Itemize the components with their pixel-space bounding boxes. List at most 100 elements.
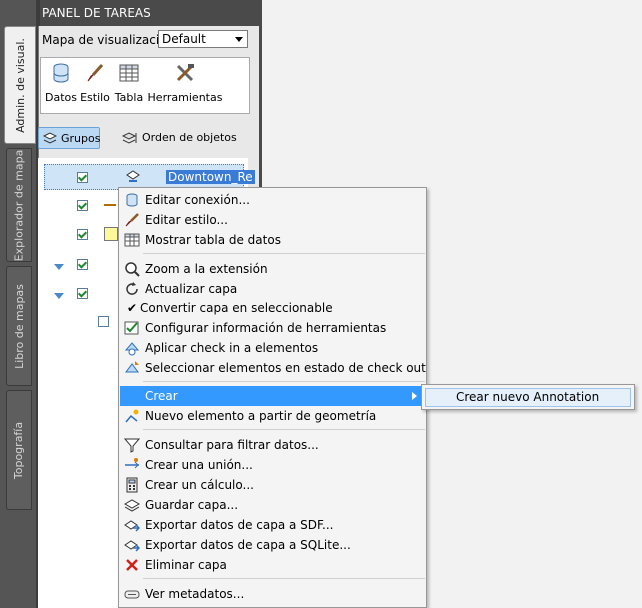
- tool-tabla[interactable]: Tabla: [113, 62, 145, 104]
- tab-label: Admin. de visual.: [13, 37, 27, 133]
- tool-datos[interactable]: Datos: [45, 62, 77, 104]
- checkmark-icon: ✔: [126, 301, 138, 315]
- object-order-label: Orden de objetos: [142, 131, 237, 144]
- expand-icon[interactable]: [54, 264, 64, 270]
- groups-label: Grupos: [61, 132, 101, 145]
- menu-item-actualizar-capa[interactable]: Actualizar capa: [120, 279, 425, 299]
- tab-label: Topografía: [12, 421, 26, 479]
- menu-item-crear[interactable]: Crear: [120, 386, 425, 406]
- join-icon: [125, 458, 139, 469]
- order-icon: [122, 132, 137, 144]
- menu-item-label: Mostrar tabla de datos: [145, 233, 281, 247]
- menu-item-eliminar-capa[interactable]: Eliminar capa: [120, 555, 425, 575]
- menu-item-mostrar-tabla[interactable]: Mostrar tabla de datos: [120, 230, 425, 250]
- export-sqlite-icon: [124, 540, 140, 552]
- menu-item-label: Consultar para filtrar datos...: [145, 438, 319, 452]
- polygon-style-swatch: [104, 227, 118, 241]
- menu-item-zoom-extension[interactable]: Zoom a la extensión: [120, 259, 425, 279]
- group-visibility-checkbox[interactable]: [77, 259, 88, 270]
- table-icon: [119, 64, 139, 82]
- menu-item-nuevo-elemento[interactable]: Nuevo elemento a partir de geometría: [120, 406, 425, 426]
- menu-item-configurar-herramientas[interactable]: Configurar información de herramientas: [120, 318, 425, 338]
- menu-item-ver-metadatos[interactable]: Ver metadatos...: [120, 584, 425, 604]
- selected-layer-name[interactable]: Downtown_Re: [166, 170, 255, 184]
- menu-item-check-out[interactable]: Seleccionar elementos en estado de check…: [120, 358, 426, 378]
- layer-visibility-checkbox[interactable]: [98, 316, 109, 327]
- object-order-button[interactable]: Orden de objetos: [120, 127, 237, 149]
- layer-visibility-checkbox[interactable]: [77, 229, 88, 240]
- menu-item-label: Nuevo elemento a partir de geometría: [145, 409, 377, 423]
- menu-item-label: Eliminar capa: [145, 558, 227, 572]
- chevron-right-icon: [412, 392, 417, 400]
- menu-item-crear-calculo[interactable]: Crear un cálculo...: [120, 475, 425, 495]
- new-feature-icon: [125, 409, 139, 423]
- refresh-icon: [126, 282, 138, 295]
- chevron-down-icon: [235, 37, 243, 42]
- tooltip-config-icon: [124, 321, 139, 335]
- menu-item-exportar-sdf[interactable]: Exportar datos de capa a SDF...: [120, 515, 425, 535]
- menu-item-label: Guardar capa...: [145, 498, 239, 512]
- database-icon: [53, 63, 69, 83]
- brush-icon: [125, 213, 139, 227]
- tab-libro-mapas[interactable]: Libro de mapas: [6, 266, 32, 386]
- menu-item-editar-estilo[interactable]: Editar estilo...: [120, 210, 425, 230]
- tools-icon: [176, 64, 194, 82]
- menu-item-crear-union[interactable]: Crear una unión...: [120, 455, 425, 475]
- toolbar: Datos Estilo Tabla Herramientas: [40, 57, 250, 114]
- tool-label: Datos: [45, 91, 77, 104]
- submenu-item-crear-annotation[interactable]: Crear nuevo Annotation: [425, 388, 631, 407]
- layer-visibility-checkbox[interactable]: [77, 172, 88, 183]
- check-out-select-icon: [125, 361, 139, 373]
- menu-item-label: Aplicar check in a elementos: [145, 341, 319, 355]
- check-in-icon: [124, 342, 140, 356]
- menu-item-exportar-sqlite[interactable]: Exportar datos de capa a SQLite...: [120, 535, 425, 555]
- menu-item-label: Actualizar capa: [145, 282, 238, 296]
- tab-topografia[interactable]: Topografía: [6, 390, 32, 510]
- menu-item-check-in[interactable]: Aplicar check in a elementos: [120, 338, 425, 358]
- tool-estilo[interactable]: Estilo: [79, 62, 111, 104]
- line-style-swatch: [104, 204, 116, 206]
- menu-item-label: Seleccionar elementos en estado de check…: [145, 361, 426, 375]
- menu-item-label: Exportar datos de capa a SQLite...: [145, 538, 351, 552]
- menu-item-label: Crear una unión...: [145, 458, 253, 472]
- zoom-icon: [125, 262, 140, 277]
- tool-herramientas[interactable]: Herramientas: [147, 62, 223, 104]
- map-select[interactable]: Default: [158, 30, 248, 48]
- menu-item-label: Crear un cálculo...: [145, 478, 254, 492]
- menu-separator: [143, 578, 425, 579]
- menu-item-guardar-capa[interactable]: Guardar capa...: [120, 495, 425, 515]
- menu-item-label: Ver metadatos...: [145, 587, 245, 601]
- menu-item-capa-seleccionable[interactable]: ✔ Convertir capa en seleccionable: [120, 298, 425, 318]
- group-order-bar: Grupos Orden de objetos: [38, 124, 258, 154]
- menu-separator: [143, 253, 425, 254]
- layer-visibility-checkbox[interactable]: [77, 200, 88, 211]
- tab-label: Libro de mapas: [12, 283, 26, 369]
- metadata-icon: [124, 590, 140, 599]
- context-menu: Editar conexión... Editar estilo... Most…: [118, 187, 427, 608]
- group-visibility-checkbox[interactable]: [77, 288, 88, 299]
- brush-icon: [87, 63, 104, 82]
- tab-admin-visual[interactable]: Admin. de visual.: [4, 26, 36, 144]
- tool-label: Estilo: [80, 91, 110, 104]
- panel-title: PANEL DE TAREAS: [40, 0, 262, 26]
- layers-icon: [43, 132, 57, 144]
- menu-item-label: Exportar datos de capa a SDF...: [145, 518, 334, 532]
- create-submenu: Crear nuevo Annotation: [421, 384, 635, 410]
- menu-item-label: Crear: [145, 389, 178, 403]
- export-sdf-icon: [124, 520, 140, 532]
- menu-item-editar-conexion[interactable]: Editar conexión...: [120, 190, 425, 210]
- menu-separator: [143, 381, 425, 382]
- tool-label: Herramientas: [147, 91, 223, 104]
- tab-explorador-mapa[interactable]: Explorador de mapa: [6, 148, 32, 262]
- menu-item-label: Convertir capa en seleccionable: [140, 301, 333, 315]
- map-select-value: Default: [162, 32, 206, 46]
- menu-item-consultar-filtrar[interactable]: Consultar para filtrar datos...: [120, 435, 425, 455]
- annotation-layer-icon: [126, 170, 140, 182]
- expand-icon[interactable]: [54, 293, 64, 299]
- save-layer-icon: [124, 499, 140, 512]
- tool-label: Tabla: [114, 91, 144, 104]
- tab-label: Explorador de mapa: [12, 149, 26, 261]
- groups-button[interactable]: Grupos: [38, 127, 100, 149]
- menu-item-label: Zoom a la extensión: [145, 262, 268, 276]
- table-icon: [124, 233, 140, 247]
